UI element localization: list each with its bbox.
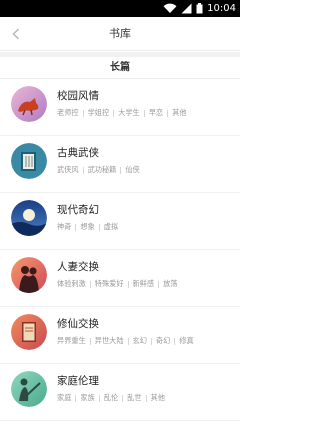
tag-divider — [75, 223, 77, 231]
moon-landscape-icon — [11, 200, 47, 236]
tag-link[interactable]: 大学生 — [118, 108, 140, 118]
status-time: 10:04 — [207, 3, 236, 14]
tag-divider — [150, 337, 152, 345]
category-tags: 老师控 学姐控 大学生 早恋 其他 — [57, 108, 187, 118]
tag-link[interactable]: 放荡 — [163, 279, 177, 289]
tag-link[interactable]: 异界重生 — [57, 336, 86, 346]
nav-bar: 书库 — [0, 17, 240, 51]
tag-link[interactable]: 乱世 — [127, 393, 141, 403]
tag-divider — [174, 337, 176, 345]
tag-divider — [113, 109, 115, 117]
tag-divider — [127, 280, 129, 288]
category-list: 校园风情 老师控 学姐控 大学生 早恋 其他 古典武侠 武侠风 武功秘籍 仙侠 — [0, 79, 240, 421]
book-icon — [11, 314, 47, 350]
tag-link[interactable]: 体验刺激 — [57, 279, 86, 289]
category-item[interactable]: 修仙交换 异界重生 异世大陆 玄幻 奇幻 修真 — [0, 307, 240, 364]
tag-link[interactable]: 奇幻 — [156, 336, 170, 346]
section-title: 长篇 — [0, 57, 240, 79]
signal-icon — [181, 3, 192, 14]
tag-link[interactable]: 想象 — [80, 222, 94, 232]
status-bar: 10:04 — [0, 0, 240, 17]
tag-link[interactable]: 学姐控 — [88, 108, 110, 118]
tag-divider — [120, 166, 122, 174]
tag-divider — [122, 394, 124, 402]
tag-link[interactable]: 家族 — [80, 393, 94, 403]
tag-link[interactable]: 老师控 — [57, 108, 79, 118]
tag-divider — [145, 394, 147, 402]
tag-link[interactable]: 乱伦 — [104, 393, 118, 403]
category-title: 人妻交换 — [57, 261, 99, 273]
category-item[interactable]: 古典武侠 武侠风 武功秘籍 仙侠 — [0, 136, 240, 193]
category-title: 现代奇幻 — [57, 204, 99, 216]
tag-divider — [82, 109, 84, 117]
tag-divider — [98, 394, 100, 402]
tag-divider — [98, 223, 100, 231]
tag-link[interactable]: 其他 — [151, 393, 165, 403]
tag-link[interactable]: 其他 — [172, 108, 186, 118]
tag-divider — [167, 109, 169, 117]
guitar-player-icon — [11, 371, 47, 407]
tag-link[interactable]: 神奇 — [57, 222, 71, 232]
scroll-book-icon — [11, 143, 47, 179]
category-tags: 神奇 想象 虚拟 — [57, 222, 118, 232]
tag-link[interactable]: 虚拟 — [104, 222, 118, 232]
page-title: 书库 — [109, 27, 131, 40]
tag-link[interactable]: 特殊爱好 — [95, 279, 124, 289]
tag-link[interactable]: 异世大陆 — [95, 336, 124, 346]
category-item[interactable]: 家庭伦理 家庭 家族 乱伦 乱世 其他 — [0, 364, 240, 421]
category-tags: 体验刺激 特殊爱好 新鲜感 放荡 — [57, 279, 178, 289]
couple-icon — [11, 257, 47, 293]
category-title: 古典武侠 — [57, 147, 99, 159]
tag-link[interactable]: 早恋 — [149, 108, 163, 118]
tag-link[interactable]: 仙侠 — [125, 165, 139, 175]
battery-icon — [196, 3, 203, 14]
fox-icon — [11, 86, 47, 122]
category-title: 家庭伦理 — [57, 375, 99, 387]
tag-link[interactable]: 修真 — [179, 336, 193, 346]
category-tags: 异界重生 异世大陆 玄幻 奇幻 修真 — [57, 336, 194, 346]
tag-divider — [89, 337, 91, 345]
tag-link[interactable]: 家庭 — [57, 393, 71, 403]
tag-divider — [158, 280, 160, 288]
category-item[interactable]: 人妻交换 体验刺激 特殊爱好 新鲜感 放荡 — [0, 250, 240, 307]
category-title: 校园风情 — [57, 90, 99, 102]
category-item[interactable]: 现代奇幻 神奇 想象 虚拟 — [0, 193, 240, 250]
category-tags: 家庭 家族 乱伦 乱世 其他 — [57, 393, 165, 403]
category-item[interactable]: 校园风情 老师控 学姐控 大学生 早恋 其他 — [0, 79, 240, 136]
tag-link[interactable]: 玄幻 — [133, 336, 147, 346]
category-title: 修仙交换 — [57, 318, 99, 330]
tag-link[interactable]: 武侠风 — [57, 165, 79, 175]
tag-divider — [75, 394, 77, 402]
tag-divider — [143, 109, 145, 117]
wifi-icon — [163, 3, 177, 13]
tag-link[interactable]: 武功秘籍 — [88, 165, 117, 175]
tag-divider — [89, 280, 91, 288]
tag-divider — [127, 337, 129, 345]
tag-divider — [82, 166, 84, 174]
tag-link[interactable]: 新鲜感 — [133, 279, 155, 289]
category-tags: 武侠风 武功秘籍 仙侠 — [57, 165, 140, 175]
